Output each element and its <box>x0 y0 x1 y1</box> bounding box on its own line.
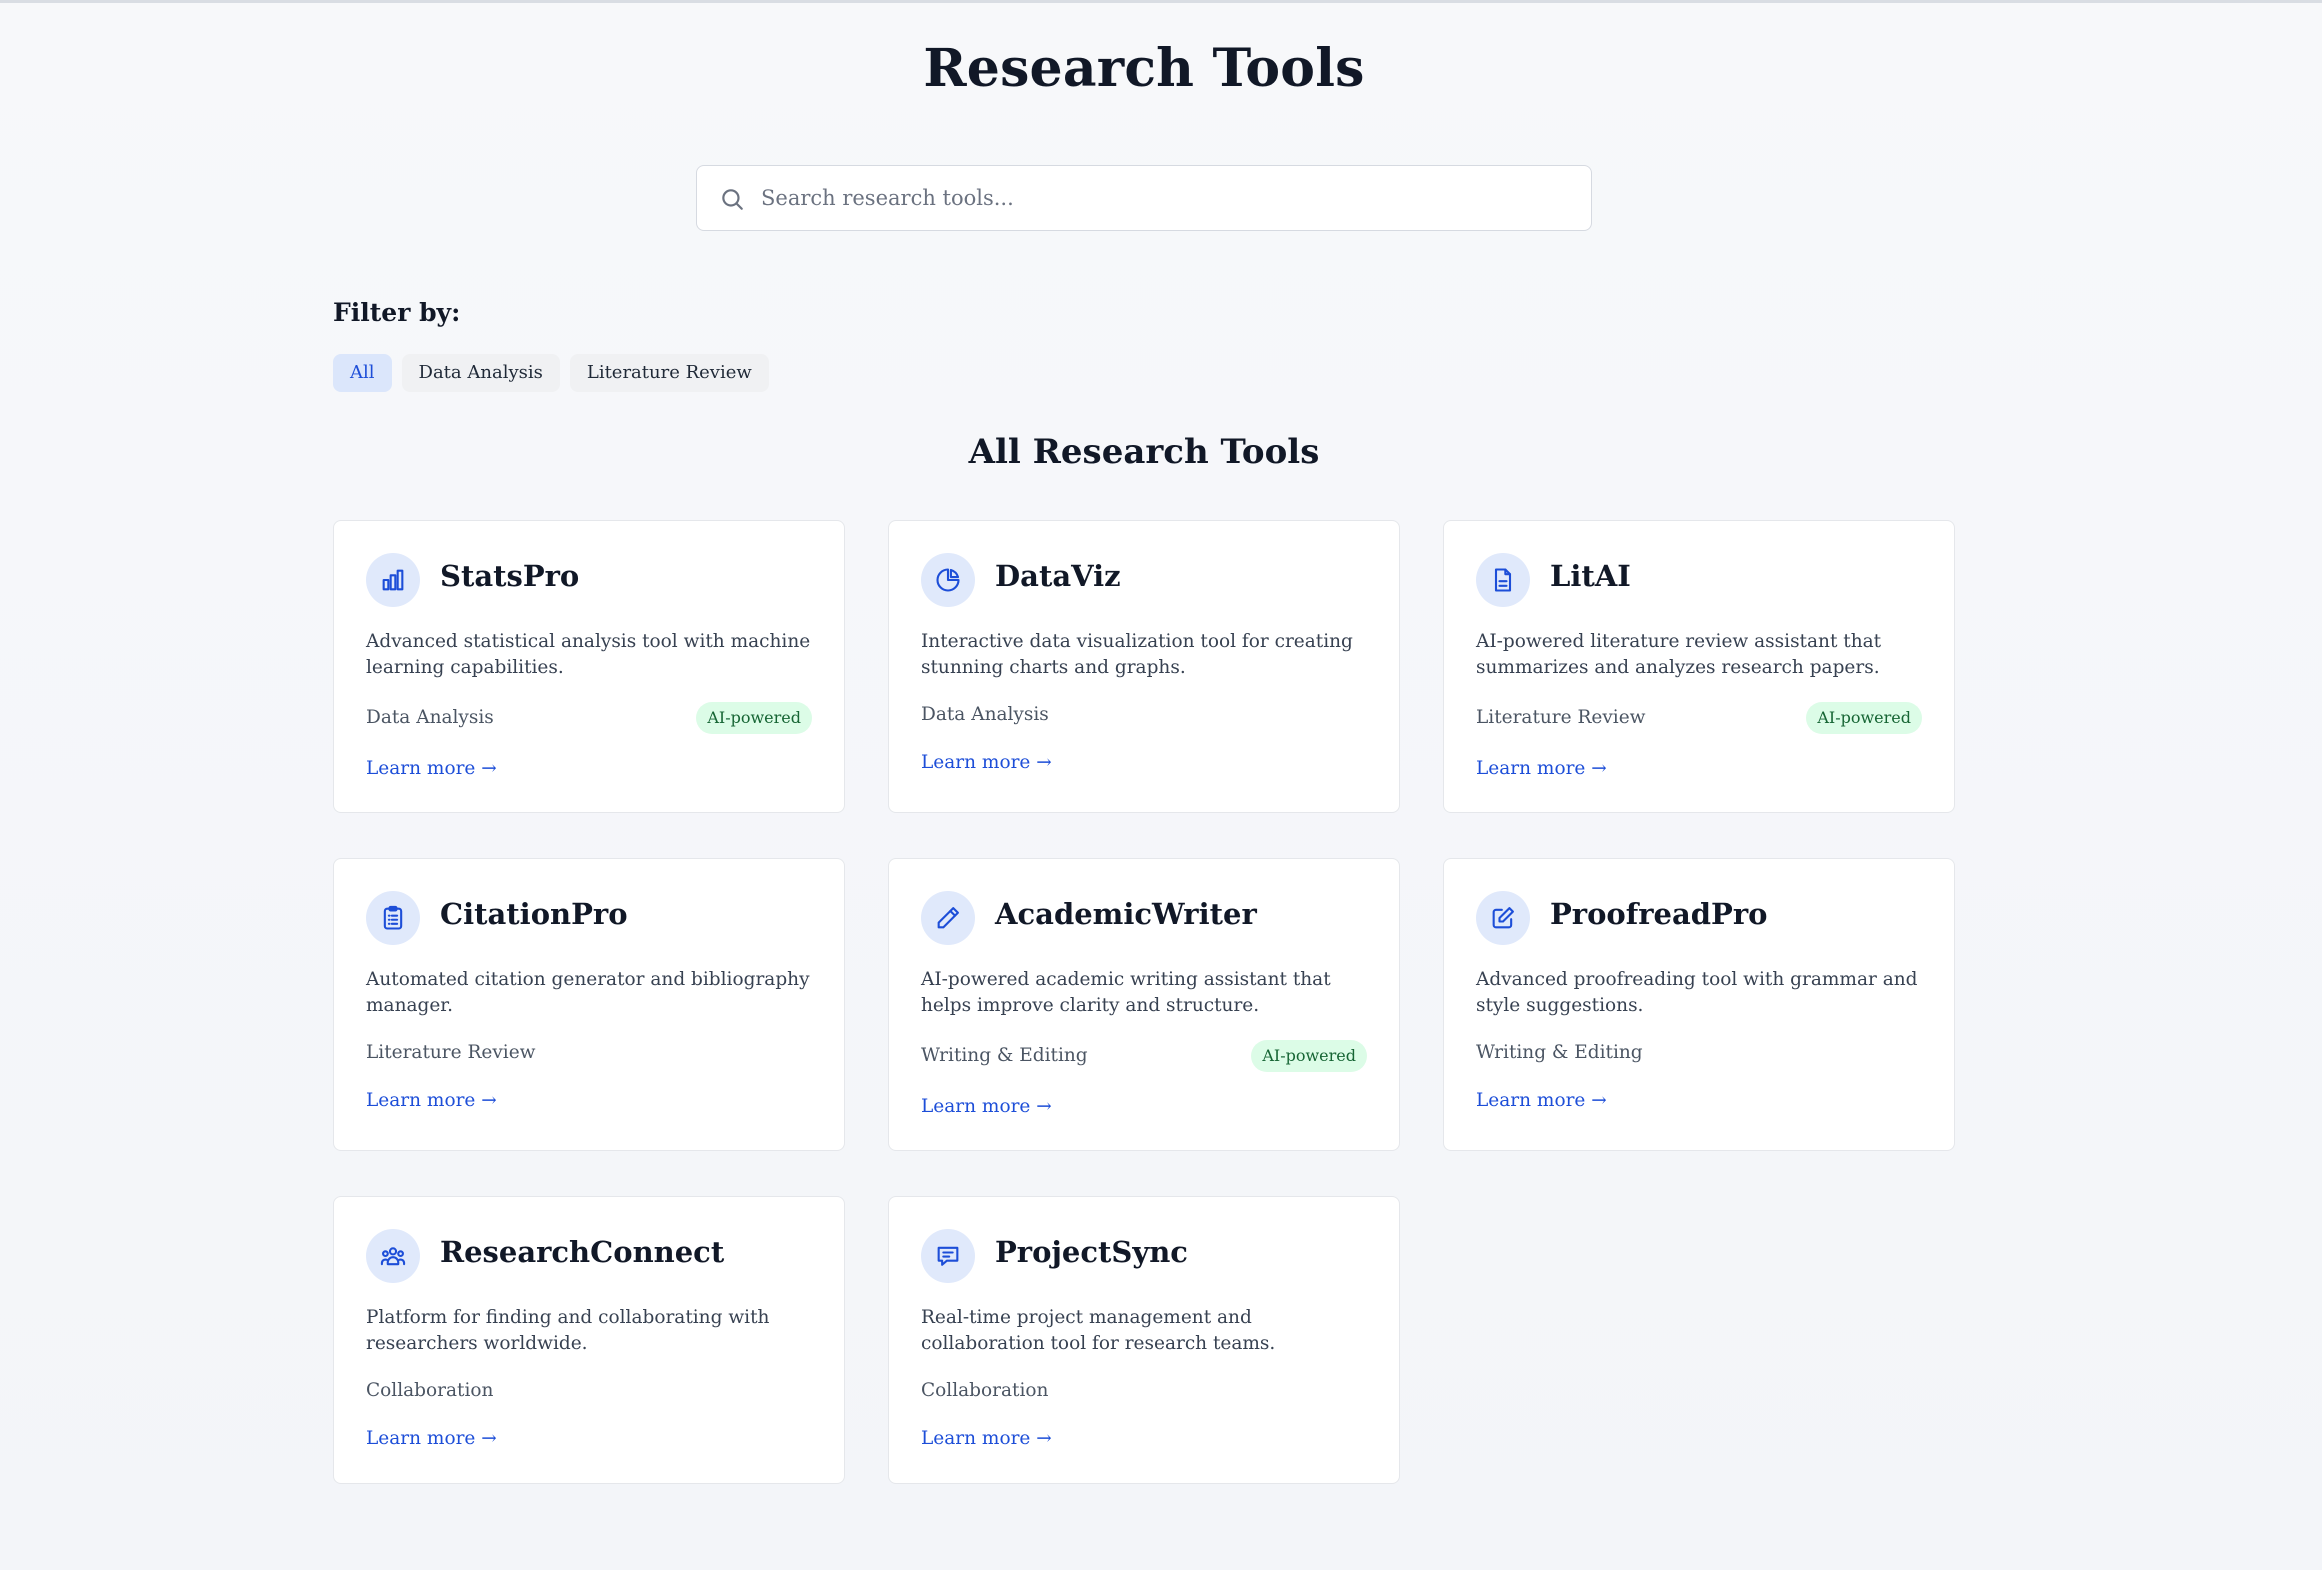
tool-category: Writing & Editing <box>921 1045 1088 1066</box>
tool-name: CitationPro <box>440 897 628 931</box>
tool-description: Platform for finding and collaborating w… <box>366 1307 770 1354</box>
tool-card-proofreadpro: ProofreadPro Advanced proofreading tool … <box>1443 858 1955 1151</box>
tool-description: Automated citation generator and bibliog… <box>366 969 810 1016</box>
tool-description: AI-powered academic writing assistant th… <box>921 969 1331 1016</box>
learn-more-link[interactable]: Learn more → <box>366 1428 497 1449</box>
tool-category: Data Analysis <box>366 707 494 728</box>
learn-more-link[interactable]: Learn more → <box>366 758 497 779</box>
tool-description: Advanced statistical analysis tool with … <box>366 631 811 678</box>
tool-description: AI-powered literature review assistant t… <box>1476 631 1882 678</box>
learn-more-link[interactable]: Learn more → <box>1476 1090 1607 1111</box>
page-title: Research Tools <box>923 38 1365 99</box>
edit-square-icon <box>1476 891 1530 945</box>
ai-powered-badge: AI-powered <box>696 702 812 734</box>
tool-category: Literature Review <box>366 1042 536 1063</box>
tool-card-academicwriter: AcademicWriter AI-powered academic writi… <box>888 858 1400 1151</box>
filter-literature-review[interactable]: Literature Review <box>569 354 769 392</box>
users-group-icon <box>366 1229 420 1283</box>
tool-card-projectsync: ProjectSync Real-time project management… <box>888 1196 1400 1484</box>
search-input[interactable] <box>761 166 1571 229</box>
tool-name: ResearchConnect <box>440 1235 725 1269</box>
filter-data-analysis[interactable]: Data Analysis <box>401 354 560 392</box>
clipboard-list-icon <box>366 891 420 945</box>
tool-card-citationpro: CitationPro Automated citation generator… <box>333 858 845 1151</box>
tool-card-dataviz: DataViz Interactive data visualization t… <box>888 520 1400 813</box>
section-title: All Research Tools <box>968 432 1320 472</box>
tool-name: ProofreadPro <box>1550 897 1768 931</box>
chat-message-icon <box>921 1229 975 1283</box>
tool-name: DataViz <box>995 559 1121 593</box>
filter-heading: Filter by: <box>333 298 461 327</box>
pencil-icon <box>921 891 975 945</box>
tool-category: Data Analysis <box>921 704 1049 725</box>
learn-more-link[interactable]: Learn more → <box>921 1096 1052 1117</box>
tool-category: Writing & Editing <box>1476 1042 1643 1063</box>
tool-description: Real-time project management and collabo… <box>921 1307 1276 1354</box>
tool-category: Literature Review <box>1476 707 1646 728</box>
filter-all[interactable]: All <box>333 354 392 392</box>
search-bar[interactable] <box>696 165 1592 231</box>
learn-more-link[interactable]: Learn more → <box>921 1428 1052 1449</box>
tool-name: ProjectSync <box>995 1235 1188 1269</box>
research-tools-page: Research Tools Filter by: All Data Analy… <box>333 0 1955 1570</box>
document-icon <box>1476 553 1530 607</box>
pie-chart-icon <box>921 553 975 607</box>
learn-more-link[interactable]: Learn more → <box>921 752 1052 773</box>
tool-name: StatsPro <box>440 559 580 593</box>
tool-description: Advanced proofreading tool with grammar … <box>1476 969 1918 1016</box>
tool-card-litai: LitAI AI-powered literature review assis… <box>1443 520 1955 813</box>
bar-chart-icon <box>366 553 420 607</box>
tool-description: Interactive data visualization tool for … <box>921 631 1353 678</box>
tool-card-researchconnect: ResearchConnect Platform for finding and… <box>333 1196 845 1484</box>
learn-more-link[interactable]: Learn more → <box>366 1090 497 1111</box>
tool-name: LitAI <box>1550 559 1631 593</box>
learn-more-link[interactable]: Learn more → <box>1476 758 1607 779</box>
ai-powered-badge: AI-powered <box>1251 1040 1367 1072</box>
tool-card-statspro: StatsPro Advanced statistical analysis t… <box>333 520 845 813</box>
filter-chips: All Data Analysis Literature Review <box>333 354 769 392</box>
ai-powered-badge: AI-powered <box>1806 702 1922 734</box>
tool-name: AcademicWriter <box>995 897 1257 931</box>
tool-category: Collaboration <box>366 1380 494 1401</box>
search-icon <box>719 186 745 212</box>
tool-category: Collaboration <box>921 1380 1049 1401</box>
